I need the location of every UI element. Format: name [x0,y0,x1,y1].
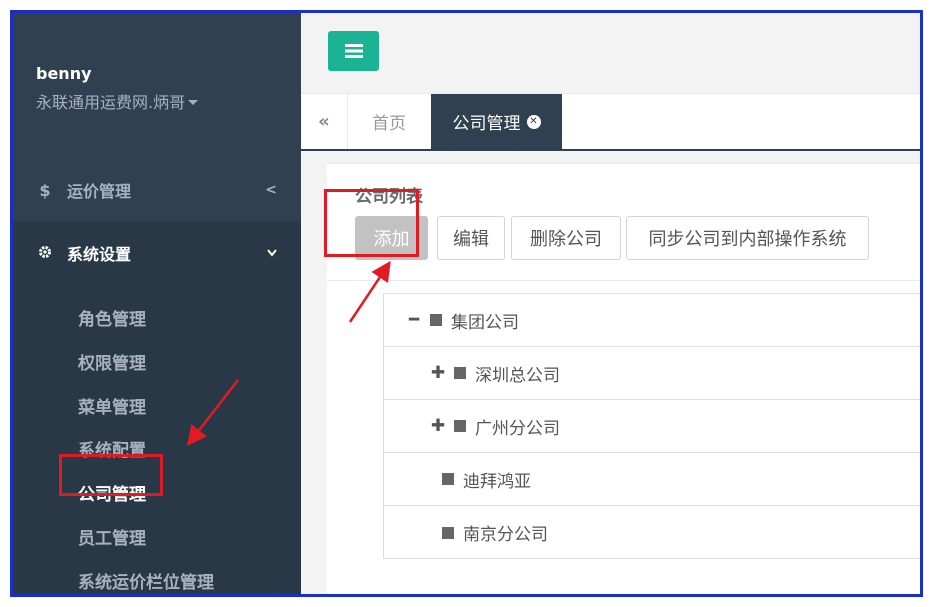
user-org[interactable]: 永联通用运费网.炳哥 [36,89,199,113]
collapse-icon[interactable]: ━ [406,310,422,330]
top-bar [301,13,920,94]
highlight-box-company-menu [59,454,163,496]
sidebar-item-pricing[interactable]: $ 运价管理 < [13,158,301,222]
tab-label: 公司管理 [452,114,521,134]
highlight-box-add-button [324,189,419,257]
tree-node[interactable]: ✚ 深圳总公司 [384,347,920,400]
sidebar-item-label: 运价管理 [67,182,132,201]
tree-node[interactable]: 南京分公司 [384,506,920,559]
user-org-label: 永联通用运费网.炳哥 [36,93,186,112]
sidebar: benny 永联通用运费网.炳哥 $ 运价管理 < 系统设置 角色管理 权限管理… [13,13,301,594]
hamburger-icon [344,39,363,63]
app-frame: benny 永联通用运费网.炳哥 $ 运价管理 < 系统设置 角色管理 权限管理… [10,10,923,597]
company-tree: ━ 集团公司 ✚ 深圳总公司 ✚ 广州分公司 迪拜鸿亚 南京分公司 [383,293,920,559]
tree-node[interactable]: 迪拜鸿亚 [384,453,920,506]
sync-company-button[interactable]: 同步公司到内部操作系统 [626,216,869,260]
tab-home[interactable]: 首页 [347,94,432,149]
tab-scroll-left-button[interactable]: « [301,94,348,149]
sidebar-item-settings[interactable]: 系统设置 [13,221,301,285]
leaf-icon [442,473,454,485]
close-icon[interactable]: ✕ [526,114,541,129]
tree-node[interactable]: ✚ 广州分公司 [384,400,920,453]
caret-down-icon [188,100,199,105]
user-name: benny [36,64,92,83]
submenu-price-fields[interactable]: 系统运价栏位管理 [78,568,214,593]
sidebar-item-label: 系统设置 [67,245,132,264]
tree-node-label: 迪拜鸿亚 [463,471,531,492]
leaf-icon [442,526,454,539]
user-profile[interactable]: benny 永联通用运费网.炳哥 [36,64,199,113]
submenu-staff[interactable]: 员工管理 [78,524,146,549]
dollar-icon: $ [39,180,51,200]
divider [327,280,920,281]
menu-toggle-button[interactable] [328,31,379,71]
tree-node-label: 南京分公司 [463,525,548,545]
gear-icon [37,244,53,263]
tree-node-label: 集团公司 [451,312,519,333]
submenu-permissions[interactable]: 权限管理 [78,349,146,374]
expand-icon[interactable]: ✚ [430,363,446,383]
chevron-down-icon [267,245,277,261]
edit-button[interactable]: 编辑 [437,216,505,260]
tree-node-label: 广州分公司 [475,418,560,439]
submenu-menus[interactable]: 菜单管理 [78,393,146,418]
submenu-roles[interactable]: 角色管理 [78,305,146,330]
settings-submenu: 角色管理 权限管理 菜单管理 系统配置 公司管理 员工管理 系统运价栏位管理 [13,285,301,594]
tree-node-label: 深圳总公司 [475,365,560,386]
folder-icon [454,420,466,432]
delete-company-button[interactable]: 删除公司 [511,216,621,260]
tree-node[interactable]: ━ 集团公司 [384,294,920,347]
tab-company-management[interactable]: 公司管理 ✕ [431,94,562,149]
double-chevron-left-icon: « [318,111,330,132]
tab-bar: « 首页 公司管理 ✕ [301,94,920,151]
chevron-left-icon: < [265,182,277,198]
folder-icon [454,367,466,379]
folder-icon [430,314,442,326]
expand-icon[interactable]: ✚ [430,416,446,436]
